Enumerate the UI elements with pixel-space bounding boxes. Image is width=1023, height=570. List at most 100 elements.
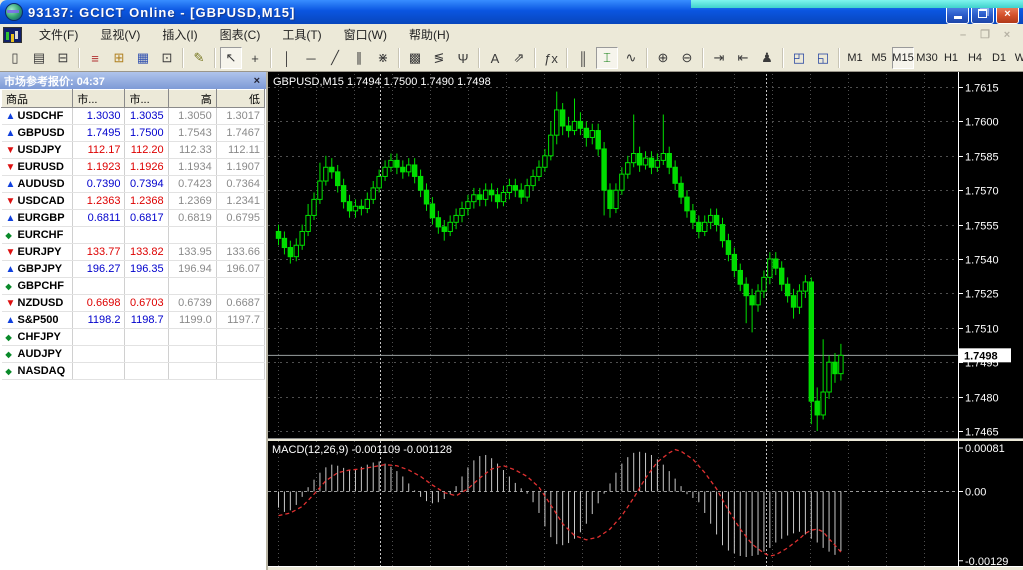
grid-icon[interactable]: ▩ bbox=[404, 47, 426, 69]
terminal-icon[interactable]: ▦ bbox=[132, 47, 154, 69]
menu-insert[interactable]: 插入(I) bbox=[151, 25, 208, 45]
vertical-line-icon[interactable]: │ bbox=[276, 47, 298, 69]
zoom-out-icon[interactable]: ⊖ bbox=[676, 47, 698, 69]
table-row-s&p500[interactable]: ▲ S&P500 1198.2 1198.7 1199.0 1197.7 bbox=[1, 311, 266, 329]
idle-diamond-icon: ◆ bbox=[5, 231, 12, 240]
panel-close-icon[interactable]: × bbox=[252, 75, 262, 87]
table-row-eurgbp[interactable]: ▲ EURGBP 0.6811 0.6817 0.6819 0.6795 bbox=[1, 209, 266, 227]
toolbar-separator bbox=[398, 48, 400, 68]
chart-window[interactable]: 1.7615 1.7600 1.7585 1.7570 1.7555 1.7540 1.75… bbox=[268, 72, 1023, 570]
timeframe-m15[interactable]: M15 bbox=[892, 47, 914, 69]
toolbar-separator bbox=[782, 48, 784, 68]
pitchfork-icon[interactable]: Ψ bbox=[452, 47, 474, 69]
table-row-usdcad[interactable]: ▼ USDCAD 1.2363 1.2368 1.2369 1.2341 bbox=[1, 192, 266, 210]
print-icon[interactable]: ⊟ bbox=[52, 47, 74, 69]
table-row-gbpusd[interactable]: ▲ GBPUSD 1.7495 1.7500 1.7543 1.7467 bbox=[1, 124, 266, 142]
indicators-icon[interactable]: ƒx bbox=[540, 47, 562, 69]
market-watch-caption[interactable]: 市场参考报价: 04:37 × bbox=[0, 72, 266, 89]
fibo-fan-icon[interactable]: ⋇ bbox=[372, 47, 394, 69]
timeframe-w1[interactable]: W1 bbox=[1012, 47, 1023, 69]
ask-value: 0.6703 bbox=[124, 294, 169, 312]
candle-body bbox=[352, 205, 359, 212]
symbol-label: GBPJPY bbox=[17, 263, 63, 275]
candle-body bbox=[613, 189, 619, 210]
mdi-restore-button[interactable]: ❐ bbox=[977, 28, 993, 41]
timeframe-h4[interactable]: H4 bbox=[964, 47, 986, 69]
column-header[interactable]: 高 bbox=[167, 89, 217, 108]
timeframe-h1[interactable]: H1 bbox=[940, 47, 962, 69]
table-row-audusd[interactable]: ▲ AUDUSD 0.7390 0.7394 0.7423 0.7364 bbox=[1, 175, 266, 193]
timeframe-d1[interactable]: D1 bbox=[988, 47, 1010, 69]
new-chart-icon[interactable]: ▯ bbox=[4, 47, 26, 69]
symbol-label: CHFJPY bbox=[17, 331, 61, 343]
timeframe-m30[interactable]: M30 bbox=[916, 47, 938, 69]
candle-body bbox=[287, 247, 294, 258]
market-watch-icon[interactable]: ≡ bbox=[84, 47, 106, 69]
bar-chart-icon[interactable]: ║ bbox=[572, 47, 594, 69]
mdi-minimize-button[interactable]: – bbox=[955, 29, 971, 41]
fibo-retracement-icon[interactable]: ≶ bbox=[428, 47, 450, 69]
candle-body bbox=[743, 283, 749, 297]
bid-value: 196.27 bbox=[72, 260, 126, 278]
auto-scroll-icon[interactable]: ⇥ bbox=[708, 47, 730, 69]
horizontal-line-icon[interactable]: ─ bbox=[300, 47, 322, 69]
low-value: 196.07 bbox=[216, 260, 266, 278]
price-chart[interactable]: 1.7615 1.7600 1.7585 1.7570 1.7555 1.7540 1.75… bbox=[268, 72, 1023, 570]
chart-child-window-icon[interactable] bbox=[3, 26, 22, 43]
menu-file[interactable]: 文件(F) bbox=[28, 25, 89, 45]
table-row-usdchf[interactable]: ▲ USDCHF 1.3030 1.3035 1.3050 1.3017 bbox=[1, 107, 266, 125]
table-row-audjpy[interactable]: ◆ AUDJPY bbox=[1, 345, 266, 363]
column-header[interactable]: 市... bbox=[72, 89, 126, 108]
text-icon[interactable]: A bbox=[484, 47, 506, 69]
chart-shift-icon[interactable]: ⇤ bbox=[732, 47, 754, 69]
table-row-nzdusd[interactable]: ▼ NZDUSD 0.6698 0.6703 0.6739 0.6687 bbox=[1, 294, 266, 312]
line-chart-icon[interactable]: ∿ bbox=[620, 47, 642, 69]
low-value bbox=[216, 226, 266, 244]
low-value: 1197.7 bbox=[216, 311, 266, 329]
candle-body bbox=[441, 226, 447, 232]
candle-body bbox=[524, 185, 530, 198]
candle-body bbox=[346, 201, 353, 212]
new-window-icon[interactable]: ◰ bbox=[788, 47, 810, 69]
restore-icon bbox=[978, 9, 987, 18]
candlestick-icon[interactable]: ⌶ bbox=[596, 47, 618, 69]
menu-view[interactable]: 显视(V) bbox=[89, 25, 151, 45]
table-row-eurusd[interactable]: ▼ EURUSD 1.1923 1.1926 1.1934 1.1907 bbox=[1, 158, 266, 176]
timeframe-m1[interactable]: M1 bbox=[844, 47, 866, 69]
trendline-icon[interactable]: ╱ bbox=[324, 47, 346, 69]
table-row-eurchf[interactable]: ◆ EURCHF bbox=[1, 226, 266, 244]
table-row-gbpchf[interactable]: ◆ GBPCHF bbox=[1, 277, 266, 295]
close-icon: × bbox=[1004, 7, 1011, 20]
channel-icon[interactable]: ∥ bbox=[348, 47, 370, 69]
column-header[interactable]: 低 bbox=[215, 89, 266, 108]
table-row-chfjpy[interactable]: ◆ CHFJPY bbox=[1, 328, 266, 346]
table-row-usdjpy[interactable]: ▼ USDJPY 112.17 112.20 112.33 112.11 bbox=[1, 141, 266, 159]
table-row-nasdaq[interactable]: ◆ NASDAQ bbox=[1, 362, 266, 380]
menu-charts[interactable]: 图表(C) bbox=[209, 25, 272, 45]
candle-body bbox=[429, 203, 436, 219]
tile-windows-icon[interactable]: ◱ bbox=[812, 47, 834, 69]
arrows-icon[interactable]: ⇗ bbox=[508, 47, 530, 69]
navigator-icon[interactable]: ⊞ bbox=[108, 47, 130, 69]
candle-body bbox=[376, 175, 382, 189]
expert-advisor-icon[interactable]: ♟ bbox=[756, 47, 778, 69]
candle-body bbox=[654, 159, 661, 168]
menu-window[interactable]: 窗口(W) bbox=[333, 25, 398, 45]
cursor-icon[interactable]: ↖ bbox=[220, 47, 242, 69]
timeframe-m5[interactable]: M5 bbox=[868, 47, 890, 69]
table-row-gbpjpy[interactable]: ▲ GBPJPY 196.27 196.35 196.94 196.07 bbox=[1, 260, 266, 278]
column-header[interactable]: 市... bbox=[124, 89, 169, 108]
save-profile-icon[interactable]: ▤ bbox=[28, 47, 50, 69]
high-value: 1.3050 bbox=[168, 107, 217, 125]
mdi-close-button[interactable]: × bbox=[999, 29, 1015, 41]
metaeditor-icon[interactable]: ✎ bbox=[188, 47, 210, 69]
new-order-icon[interactable]: ⊡ bbox=[156, 47, 178, 69]
zoom-in-icon[interactable]: ⊕ bbox=[652, 47, 674, 69]
column-header[interactable]: 商品 bbox=[0, 89, 74, 108]
price-axis-label: 1.7600 bbox=[965, 117, 999, 129]
crosshair-icon[interactable]: + bbox=[244, 47, 266, 69]
menu-help[interactable]: 帮助(H) bbox=[398, 25, 461, 45]
candle-body bbox=[684, 196, 690, 212]
menu-tools[interactable]: 工具(T) bbox=[271, 25, 332, 45]
table-row-eurjpy[interactable]: ▼ EURJPY 133.77 133.82 133.95 133.66 bbox=[1, 243, 266, 261]
